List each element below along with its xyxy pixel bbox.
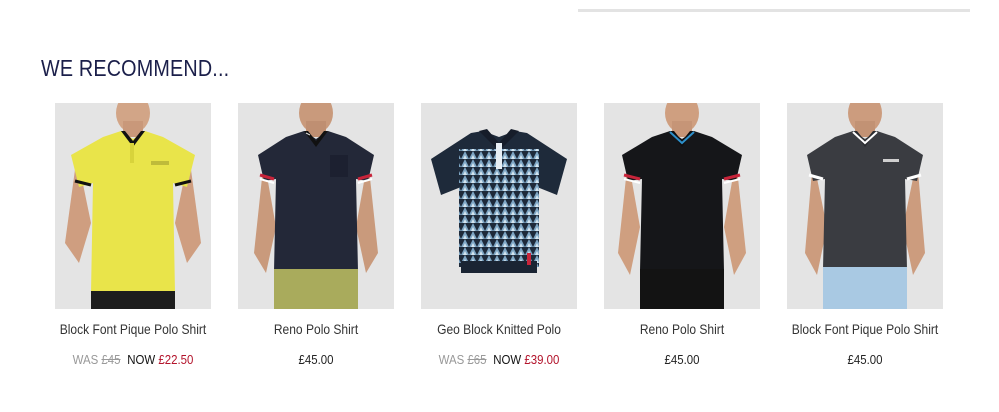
product-price: £45.00 — [664, 352, 700, 367]
recommendation-grid: Block Font Pique Polo Shirt WAS £45 NOW … — [55, 103, 945, 403]
product-image[interactable] — [55, 103, 211, 309]
product-image[interactable] — [604, 103, 760, 309]
product-name[interactable]: Block Font Pique Polo Shirt — [781, 321, 950, 337]
product-price: £45.00 — [298, 352, 334, 367]
product-image[interactable] — [787, 103, 943, 309]
product-price: £45.00 — [847, 352, 883, 367]
now-label: NOW — [493, 352, 522, 367]
product-card[interactable]: Reno Polo Shirt £45.00 — [238, 103, 394, 403]
product-image[interactable] — [238, 103, 394, 309]
product-name[interactable]: Geo Block Knitted Polo — [415, 321, 584, 337]
now-label: NOW — [127, 352, 156, 367]
product-card[interactable]: Block Font Pique Polo Shirt WAS £45 NOW … — [55, 103, 211, 403]
section-title: WE RECOMMEND... — [41, 55, 230, 81]
was-price: £45 — [101, 352, 121, 367]
now-price: £39.00 — [524, 352, 560, 367]
product-card[interactable]: Reno Polo Shirt £45.00 — [604, 103, 760, 403]
now-price: £22.50 — [158, 352, 194, 367]
product-name[interactable]: Reno Polo Shirt — [598, 321, 767, 337]
was-label: WAS — [438, 352, 465, 367]
was-label: WAS — [72, 352, 99, 367]
was-price: £65 — [467, 352, 487, 367]
divider — [578, 9, 970, 12]
product-name[interactable]: Reno Polo Shirt — [232, 321, 401, 337]
product-name[interactable]: Block Font Pique Polo Shirt — [49, 321, 218, 337]
product-price: WAS £65 NOW £39.00 — [413, 352, 585, 367]
product-card[interactable]: Block Font Pique Polo Shirt £45.00 — [787, 103, 943, 403]
product-image[interactable] — [421, 103, 577, 309]
product-card[interactable]: Geo Block Knitted Polo WAS £65 NOW £39.0… — [421, 103, 577, 403]
product-price: WAS £45 NOW £22.50 — [47, 352, 219, 367]
